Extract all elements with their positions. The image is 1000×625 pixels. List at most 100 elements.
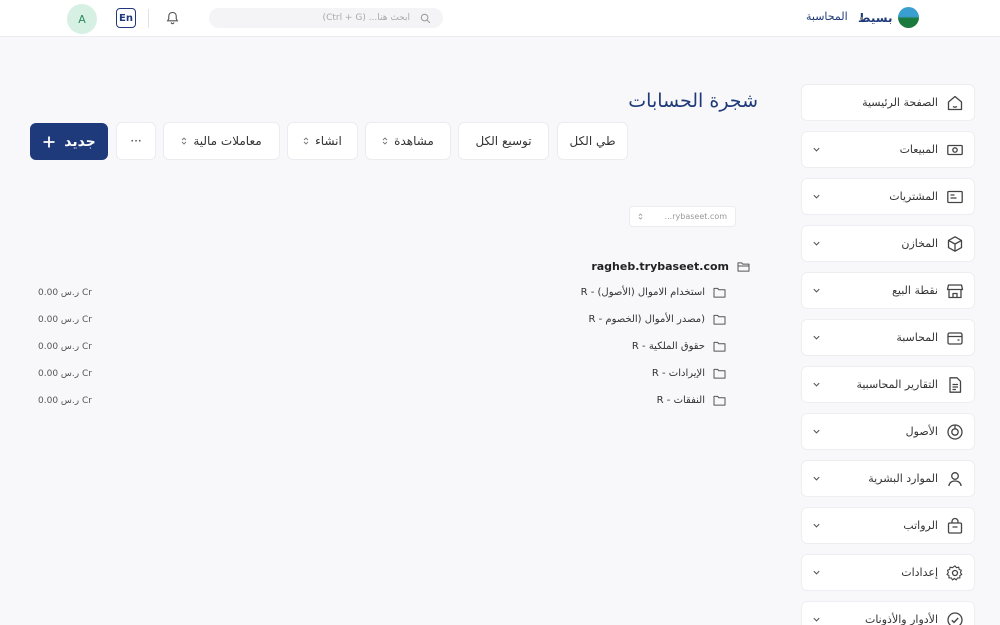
sidebar-item-label: الأصول [905, 425, 938, 438]
chevron-down-icon [813, 429, 820, 434]
view-dropdown[interactable]: مشاهدة [365, 122, 451, 160]
view-label: مشاهدة [394, 134, 434, 148]
folder-icon [713, 395, 726, 406]
tree-row-income[interactable]: الإيرادات - R ر.س 0.00 Cr [30, 368, 726, 384]
sidebar-item-settings[interactable]: إعدادات [801, 554, 975, 591]
breadcrumb[interactable]: المحاسبة [806, 10, 848, 23]
expand-all-button[interactable]: توسيع الكل [458, 122, 549, 160]
badge-check-icon [947, 611, 963, 625]
more-label: ··· [130, 134, 142, 148]
sidebar-item-home[interactable]: الصفحة الرئيسية [801, 84, 975, 121]
bell-icon[interactable] [165, 10, 180, 26]
sidebar-item-label: الأدوار والأذونات [864, 613, 938, 625]
folder-icon [713, 314, 726, 325]
avatar[interactable]: A [67, 4, 97, 34]
gear-icon [946, 564, 963, 580]
collapse-all-label: طي الكل [569, 134, 616, 148]
sidebar-item-label: المخازن [901, 237, 938, 250]
create-label: انشاء [315, 134, 342, 148]
account-balance: ر.س 0.00 Cr [38, 396, 92, 406]
chevron-down-icon [813, 523, 820, 528]
tree-row-assets[interactable]: استخدام الاموال (الأصول) - R ر.س 0.00 Cr [30, 287, 726, 303]
new-button[interactable]: جديد [30, 123, 108, 160]
sidebar-item-assets[interactable]: الأصول [801, 413, 975, 450]
cash-icon [947, 144, 963, 155]
chevron-down-icon [813, 194, 820, 199]
sidebar-item-purchases[interactable]: المشتريات [801, 178, 975, 215]
sidebar-item-label: الصفحة الرئيسية [862, 96, 938, 109]
company-filter-select[interactable]: rybaseet.com... [629, 206, 736, 227]
sidebar-item-accounting[interactable]: المحاسبة [801, 319, 975, 356]
updown-chevron-icon [638, 213, 643, 220]
sidebar-item-warehouses[interactable]: المخازن [801, 225, 975, 262]
folder-icon [713, 368, 726, 379]
language-toggle[interactable]: En [116, 8, 136, 28]
brand-logo [898, 7, 920, 28]
sidebar-item-roles[interactable]: الأدوار والأذونات [801, 601, 975, 625]
account-balance: ر.س 0.00 Cr [38, 342, 92, 352]
tree-root[interactable]: ragheb.trybaseet.com [560, 258, 750, 274]
brand[interactable]: بسيط [858, 7, 920, 28]
home-icon [947, 95, 963, 110]
top-bar: A En ابحث هنا... (Ctrl + G) بسيط المحاسب… [0, 0, 1000, 37]
brand-name: بسيط [858, 10, 893, 25]
pie-icon [947, 423, 963, 440]
expand-all-label: توسيع الكل [475, 134, 532, 148]
company-filter-value: rybaseet.com... [664, 212, 727, 221]
sidebar-item-pos[interactable]: نقطة البيع [801, 272, 975, 309]
folder-icon [713, 287, 726, 298]
tree-row-expenses[interactable]: النفقات - R ر.س 0.00 Cr [30, 395, 726, 411]
tree-row-equity[interactable]: حقوق الملكية - R ر.س 0.00 Cr [30, 341, 726, 357]
account-balance: ر.س 0.00 Cr [38, 288, 92, 298]
search-icon [420, 13, 431, 23]
tree-root-label: ragheb.trybaseet.com [591, 259, 729, 273]
chevron-down-icon [813, 241, 820, 246]
account-balance: ر.س 0.00 Cr [38, 369, 92, 379]
receipt-icon [947, 190, 963, 203]
search-input[interactable]: ابحث هنا... (Ctrl + G) [209, 8, 443, 28]
collapse-all-button[interactable]: طي الكل [557, 122, 628, 160]
more-button[interactable]: ··· [116, 122, 156, 160]
sidebar-item-label: الرواتب [903, 519, 938, 532]
sidebar-item-reports[interactable]: التقارير المحاسبية [801, 366, 975, 403]
store-icon [946, 283, 964, 298]
updown-chevron-icon [303, 137, 309, 145]
report-icon [949, 376, 962, 393]
financial-label: معاملات مالية [193, 134, 262, 148]
account-name: (مصدر الأموال (الخصوم - R [588, 314, 705, 325]
account-balance: ر.س 0.00 Cr [38, 315, 92, 325]
plus-icon [43, 136, 55, 147]
sidebar-item-label: الموارد البشرية [868, 472, 938, 485]
chevron-down-icon [813, 288, 820, 293]
sidebar-item-label: نقطة البيع [892, 284, 938, 297]
page-title: شجرة الحسابات [628, 90, 758, 112]
bag-icon [947, 517, 963, 534]
sidebar-item-label: المبيعات [899, 143, 938, 156]
sidebar-item-label: إعدادات [901, 566, 938, 579]
tree-row-liabilities[interactable]: (مصدر الأموال (الخصوم - R ر.س 0.00 Cr [30, 314, 726, 330]
chevron-down-icon [813, 335, 820, 340]
sidebar-item-hr[interactable]: الموارد البشرية [801, 460, 975, 497]
updown-chevron-icon [181, 137, 187, 145]
search-placeholder: ابحث هنا... (Ctrl + G) [322, 13, 410, 23]
account-name: الإيرادات - R [651, 368, 705, 379]
chevron-down-icon [813, 382, 820, 387]
account-name: استخدام الاموال (الأصول) - R [580, 287, 705, 298]
chevron-down-icon [813, 617, 820, 622]
wallet-icon [947, 331, 963, 345]
sidebar-item-payroll[interactable]: الرواتب [801, 507, 975, 544]
box-icon [947, 235, 963, 252]
folder-icon [713, 341, 726, 352]
financial-transactions-dropdown[interactable]: معاملات مالية [163, 122, 280, 160]
new-label: جديد [64, 133, 96, 150]
account-name: حقوق الملكية - R [631, 341, 705, 352]
create-dropdown[interactable]: انشاء [287, 122, 358, 160]
sidebar-item-label: المشتريات [889, 190, 938, 203]
divider [148, 9, 149, 28]
sidebar-item-sales[interactable]: المبيعات [801, 131, 975, 168]
account-name: النفقات - R [656, 395, 705, 406]
breadcrumb-separator [860, 17, 863, 20]
sidebar-item-label: المحاسبة [896, 331, 938, 344]
chevron-down-icon [813, 147, 820, 152]
chevron-down-icon [813, 476, 820, 481]
